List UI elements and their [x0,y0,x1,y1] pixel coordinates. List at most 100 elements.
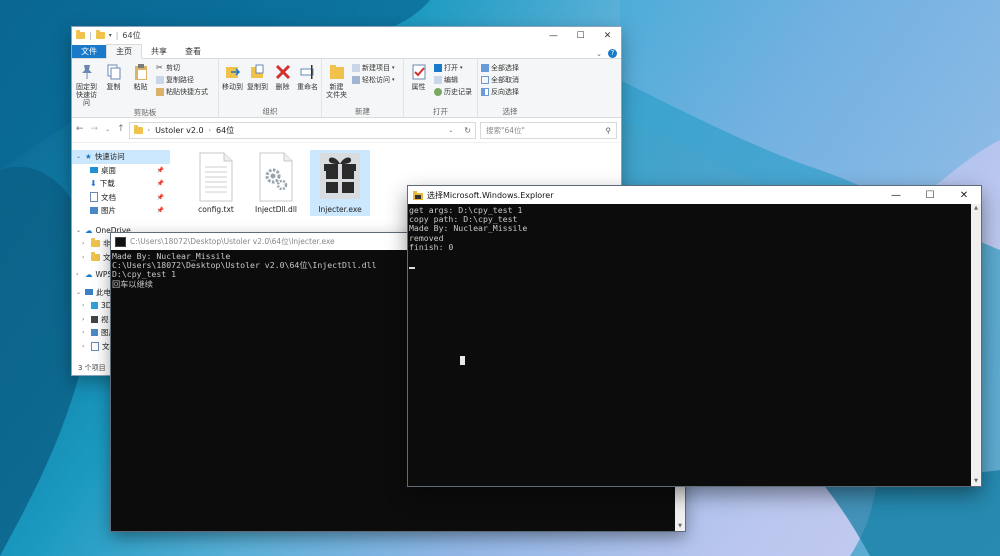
scroll-down-icon[interactable]: ▼ [971,477,981,486]
select-all-icon [481,64,489,72]
easy-access-button[interactable]: 轻松访问 ▾ [352,75,395,85]
document-icon [91,341,99,351]
forward-arrow-icon[interactable]: → [91,124,99,136]
folder-icon [91,251,100,261]
collapsed-chevron-icon[interactable]: › [82,343,88,350]
properties-button[interactable]: 属性 [407,61,430,106]
address-bar[interactable]: › Ustoler v2.0 › 64位 ⌄ ↻ [128,121,476,139]
clipboard-group: 固定到 快速访问 复制 粘贴 ✂ 剪切 复制路径 粘贴快捷方式 剪贴板 [72,59,219,117]
select-none-button[interactable]: 全部取消 [481,75,519,85]
minimize-button[interactable]: — [879,190,913,201]
maximize-button[interactable]: ☐ [567,31,594,41]
help-icon[interactable]: ? [608,49,617,58]
nav-quick-access[interactable]: ⌄ ★ 快速访问 [72,150,170,164]
nav-desktop[interactable]: 桌面 📌 [72,164,170,178]
new-group-label: 新建 [355,107,370,116]
history-button[interactable]: 历史记录 [434,87,472,97]
paste-shortcut-button[interactable]: 粘贴快捷方式 [156,87,208,97]
search-input[interactable]: 搜索"64位" ⚲ [480,121,617,139]
new-folder-button[interactable]: 新建 文件夹 [325,61,348,106]
file-item[interactable]: config.txt [186,150,246,216]
close-button[interactable]: ✕ [947,190,981,201]
delete-button[interactable]: 删除 [272,61,293,106]
cut-button[interactable]: ✂ 剪切 [156,63,208,73]
pin-quick-access-button[interactable]: 固定到 快速访问 [75,61,98,107]
file-name: config.txt [198,205,234,214]
open-button[interactable]: 打开 ▾ [434,63,472,73]
file-item[interactable]: Injecter.exe [310,150,370,216]
cloud-icon: ☁ [85,225,93,235]
console-prompt-line [408,254,981,273]
maximize-button[interactable]: ☐ [913,190,947,201]
video-icon [91,315,98,323]
breadcrumb-64[interactable]: 64位 [216,125,234,136]
rename-button[interactable]: 重命名 [297,61,318,106]
refresh-icon[interactable]: ↻ [464,126,471,135]
mouse-ibeam-cursor [460,356,465,365]
folder-icon [91,238,100,248]
tab-home[interactable]: 主页 [106,44,142,59]
collapsed-chevron-icon[interactable]: › [76,271,82,278]
address-row: ← → ⌄ ↑ › Ustoler v2.0 › 64位 ⌄ ↻ 搜索"64位"… [72,118,621,143]
quick-access-dropdown-icon[interactable]: ▾ [109,32,112,39]
search-icon[interactable]: ⚲ [606,126,612,135]
nav-downloads[interactable]: ⬇ 下载 📌 [72,177,170,191]
clipboard-group-label: 剪贴板 [133,108,157,117]
nav-documents[interactable]: 文档 📌 [72,191,170,205]
properties-check-icon [412,64,425,80]
injecter-console-title: C:\Users\18072\Desktop\Ustoler v2.0\64位\… [130,237,335,246]
collapsed-chevron-icon[interactable]: › [82,316,88,323]
ribbon-collapse-icon[interactable]: ⌄ [596,50,602,58]
copy-path-icon [156,76,164,84]
file-name: InjectDll.dll [255,205,297,214]
up-arrow-icon[interactable]: ↑ [117,124,125,136]
file-name: Injecter.exe [318,205,362,214]
recent-dropdown-icon[interactable]: ⌄ [105,124,110,136]
breadcrumb-ustoler[interactable]: Ustoler v2.0 [155,126,204,135]
edit-button[interactable]: 编辑 [434,75,472,85]
invert-selection-icon [481,88,489,96]
copy-button[interactable]: 复制 [102,61,125,107]
minimize-button[interactable]: — [540,31,567,41]
select-group-label: 选择 [502,107,518,116]
back-arrow-icon[interactable]: ← [76,124,84,136]
expanded-chevron-icon[interactable]: ⌄ [76,227,82,234]
explorer-console-output[interactable]: get args: D:\cpy_test 1 copy path: D:\cp… [408,204,981,254]
status-bar: 3 个项目 [78,364,106,372]
explorer-console-titlebar: 选择Microsoft.Windows.Explorer — ☐ ✕ [408,186,981,204]
invert-selection-button[interactable]: 反向选择 [481,87,519,97]
file-item[interactable]: InjectDll.dll [246,150,306,216]
copy-path-button[interactable]: 复制路径 [156,75,208,85]
collapsed-chevron-icon[interactable]: › [82,302,88,309]
address-dropdown-icon[interactable]: ⌄ [448,127,453,134]
scroll-down-icon[interactable]: ▼ [675,522,685,531]
close-button[interactable]: ✕ [594,31,621,41]
collapsed-chevron-icon[interactable]: › [82,240,88,247]
text-file-icon [199,152,233,202]
expanded-chevron-icon[interactable]: ⌄ [76,153,82,160]
select-group: 全部选择 全部取消 反向选择 选择 [478,59,542,117]
collapsed-chevron-icon[interactable]: › [82,254,88,261]
paste-button[interactable]: 粘贴 [129,61,152,107]
console-icon [115,236,126,247]
explorer-titlebar: | ▾ | 64位 — ☐ ✕ [72,27,621,44]
scroll-up-icon[interactable]: ▲ [971,204,981,213]
explorer-console-scrollbar[interactable]: ▲ ▼ [971,204,981,486]
collapsed-chevron-icon[interactable]: › [82,329,88,336]
select-all-button[interactable]: 全部选择 [481,63,519,73]
move-to-button[interactable]: 移动到 [222,61,243,106]
tab-share[interactable]: 共享 [142,45,176,58]
star-icon: ★ [85,152,92,162]
tab-file[interactable]: 文件 [72,45,106,58]
tab-view[interactable]: 查看 [176,45,210,58]
pictures-icon [90,207,98,215]
expanded-chevron-icon[interactable]: ⌄ [76,289,82,296]
copy-to-button[interactable]: 复制到 [247,61,268,106]
new-group: 新建 文件夹 新建项目 ▾ 轻松访问 ▾ 新建 [322,59,404,117]
open-icon [434,64,442,72]
nav-pictures[interactable]: 图片 📌 [72,204,170,218]
quick-access-folder-icon[interactable] [95,30,105,39]
move-to-icon [225,67,240,78]
pin-icon [81,65,92,79]
new-item-button[interactable]: 新建项目 ▾ [352,63,395,73]
